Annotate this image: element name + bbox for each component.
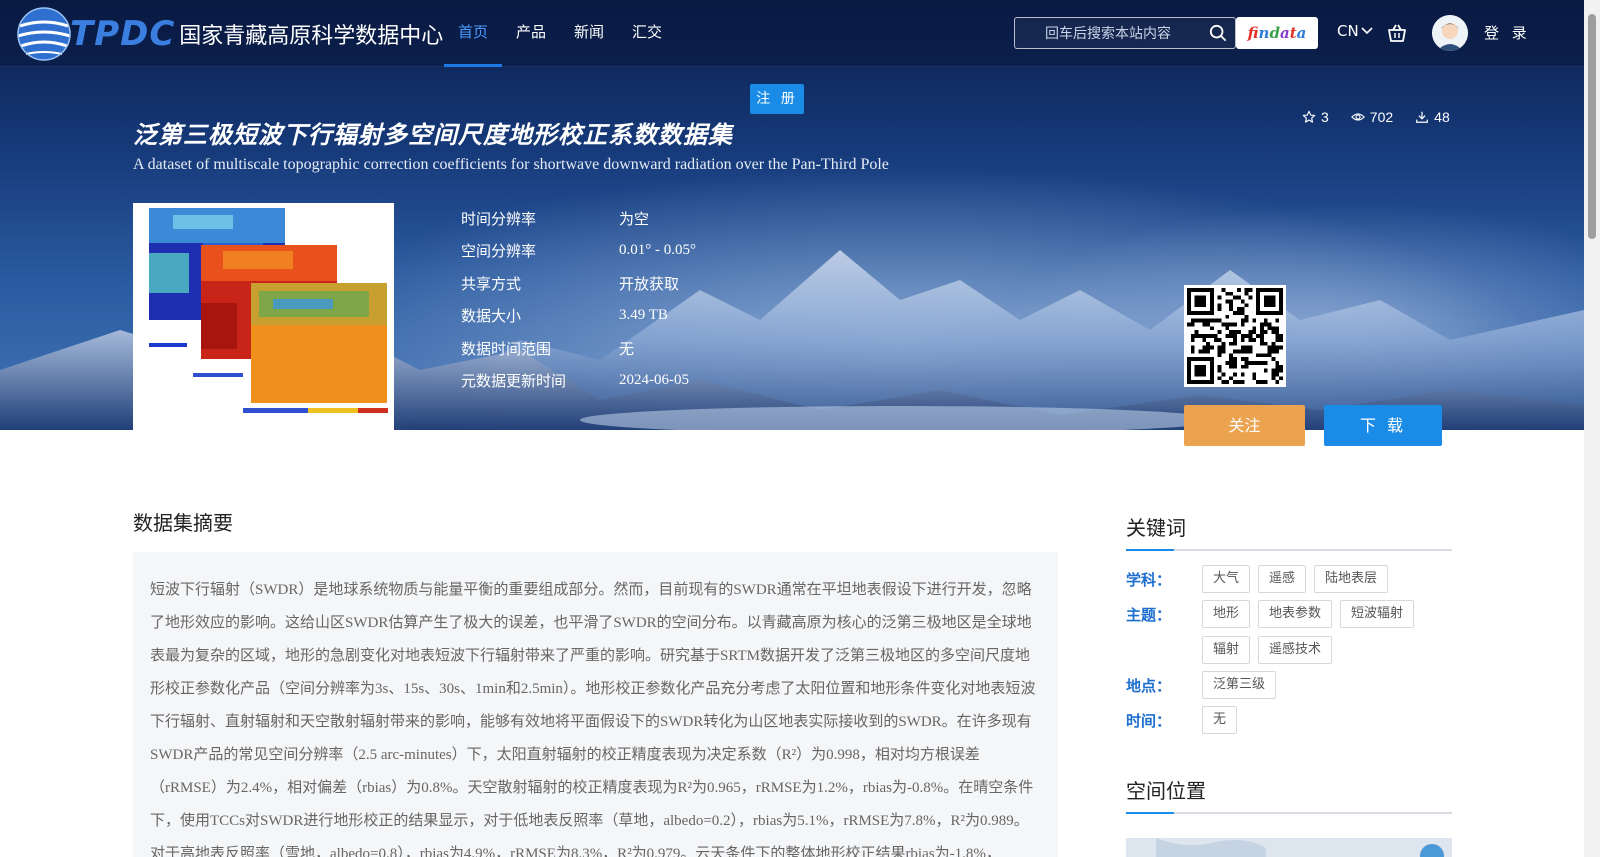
keyword-tag[interactable]: 大气 [1202,565,1251,593]
dataset-stats: 3 702 48 [1302,109,1450,125]
scrollbar-thumb[interactable] [1588,14,1596,239]
meta-key: 元数据更新时间 [461,372,567,391]
meta-value: 无 [619,341,635,358]
meta-value: 2024-06-05 [619,372,689,389]
stars-stat[interactable]: 3 [1302,109,1329,125]
site-logo[interactable]: TPDC 国家青藏高原科学数据中心 [14,4,443,64]
keyword-tags: 地形 地表参数 短波辐射 辐射 遥感技术 [1202,600,1452,664]
keyword-label: 主题： [1126,606,1172,624]
spatial-heading: 空间位置 [1126,775,1452,814]
meta-row-spatial-resolution: 空间分辨率 0.01° - 0.05° [461,235,696,268]
keyword-tag[interactable]: 泛第三级 [1202,671,1277,699]
meta-key: 空间分辨率 [461,242,537,261]
meta-value: 0.01° - 0.05° [619,242,696,259]
avatar-icon [1432,15,1468,51]
language-switcher[interactable]: CN [1337,22,1373,40]
keyword-label: 地点： [1126,677,1172,695]
views-stat: 702 [1350,109,1394,125]
keyword-row-place: 地点： 泛第三级 [1126,671,1452,699]
login-link[interactable]: 登 录 [1484,22,1531,43]
keyword-tag[interactable]: 地表参数 [1258,600,1333,628]
qr-code [1184,285,1286,387]
nav-home[interactable]: 首页 [444,0,503,67]
qr-code-icon [1187,288,1283,384]
globe-logo-icon [17,7,71,61]
map-preview-image [1126,838,1452,857]
downloads-count: 48 [1434,109,1450,125]
meta-row-data-size: 数据大小 3.49 TB [461,300,696,333]
keyword-label: 时间： [1126,712,1172,730]
register-button[interactable]: 注 册 [750,84,804,114]
meta-key: 共享方式 [461,274,522,293]
dataset-title-en: A dataset of multiscale topographic corr… [133,156,889,173]
keywords-heading: 关键词 [1126,512,1452,551]
keywords-list: 学科： 大气 遥感 陆地表层 主题： 地形 地表参数 短波辐射 辐射 遥感技术 … [1126,565,1452,734]
keyword-tags: 泛第三级 [1202,671,1452,699]
dataset-metadata: 时间分辨率 为空 空间分辨率 0.01° - 0.05° 共享方式 开放获取 数… [461,202,696,397]
star-icon [1302,110,1316,123]
dataset-thumbnail [133,203,394,430]
chevron-down-icon [1361,27,1373,35]
nav-news[interactable]: 新闻 [560,0,618,67]
findata-button[interactable]: findata [1236,17,1318,49]
search-icon[interactable] [1209,24,1227,42]
keyword-tags: 无 [1202,706,1452,734]
keyword-tag[interactable]: 遥感 [1258,565,1307,593]
user-avatar[interactable] [1432,15,1468,51]
keywords-panel: 关键词 学科： 大气 遥感 陆地表层 主题： 地形 地表参数 短波辐射 辐射 遥… [1126,512,1452,741]
meta-value: 3.49 TB [619,307,668,324]
spatial-panel: 空间位置 [1126,775,1452,814]
dataset-title-cn: 泛第三极短波下行辐射多空间尺度地形校正系数数据集 [133,121,733,149]
abstract-heading: 数据集摘要 [133,511,233,535]
search-input[interactable] [1015,18,1205,48]
page-scrollbar[interactable] [1584,0,1600,857]
meta-value: 为空 [619,211,650,228]
dataset-thumbnail-image [133,203,394,430]
abstract-text: 短波下行辐射（SWDR）是地球系统物质与能量平衡的重要组成部分。然而，目前现有的… [150,582,1036,857]
top-navbar: TPDC 国家青藏高原科学数据中心 首页 产品 新闻 汇交 findata CN [0,0,1584,67]
meta-row-sharing: 共享方式 开放获取 [461,267,696,300]
keyword-tag[interactable]: 地形 [1202,600,1251,628]
downloads-stat: 48 [1415,109,1450,125]
stars-count: 3 [1321,109,1329,125]
download-icon [1416,111,1429,123]
map-preview[interactable] [1126,838,1452,857]
keyword-tag[interactable]: 陆地表层 [1314,565,1389,593]
logo-site-name: 国家青藏高原科学数据中心 [179,24,444,49]
language-label: CN [1337,22,1359,40]
meta-key: 数据时间范围 [461,339,552,358]
keyword-tag[interactable]: 短波辐射 [1340,600,1415,628]
meta-key: 时间分辨率 [461,209,537,228]
nav-products[interactable]: 产品 [502,0,560,67]
keyword-row-theme: 主题： 地形 地表参数 短波辐射 辐射 遥感技术 [1126,600,1452,664]
views-count: 702 [1369,109,1394,125]
nav-submit[interactable]: 汇交 [618,0,676,67]
keyword-label: 学科： [1126,571,1172,589]
keyword-tags: 大气 遥感 陆地表层 [1202,565,1452,593]
keyword-tag[interactable]: 辐射 [1202,636,1251,664]
meta-key: 数据大小 [461,307,522,326]
main-nav: 首页 产品 新闻 汇交 [444,0,676,67]
keyword-row-time: 时间： 无 [1126,706,1452,734]
keyword-tag[interactable]: 无 [1202,706,1238,734]
search-box [1014,17,1236,49]
keyword-tag[interactable]: 遥感技术 [1258,636,1333,664]
meta-row-temporal-resolution: 时间分辨率 为空 [461,202,696,235]
basket-icon[interactable] [1386,22,1408,44]
follow-button[interactable]: 关注 [1184,405,1305,446]
abstract-box: 短波下行辐射（SWDR）是地球系统物质与能量平衡的重要组成部分。然而，目前现有的… [133,552,1058,857]
download-button[interactable]: 下 载 [1324,405,1442,446]
keyword-row-discipline: 学科： 大气 遥感 陆地表层 [1126,565,1452,593]
meta-row-update-time: 元数据更新时间 2024-06-05 [461,365,696,398]
logo-tpdc-text: TPDC [70,14,176,54]
eye-icon [1350,113,1365,121]
meta-row-time-range: 数据时间范围 无 [461,332,696,365]
meta-value: 开放获取 [619,276,680,293]
